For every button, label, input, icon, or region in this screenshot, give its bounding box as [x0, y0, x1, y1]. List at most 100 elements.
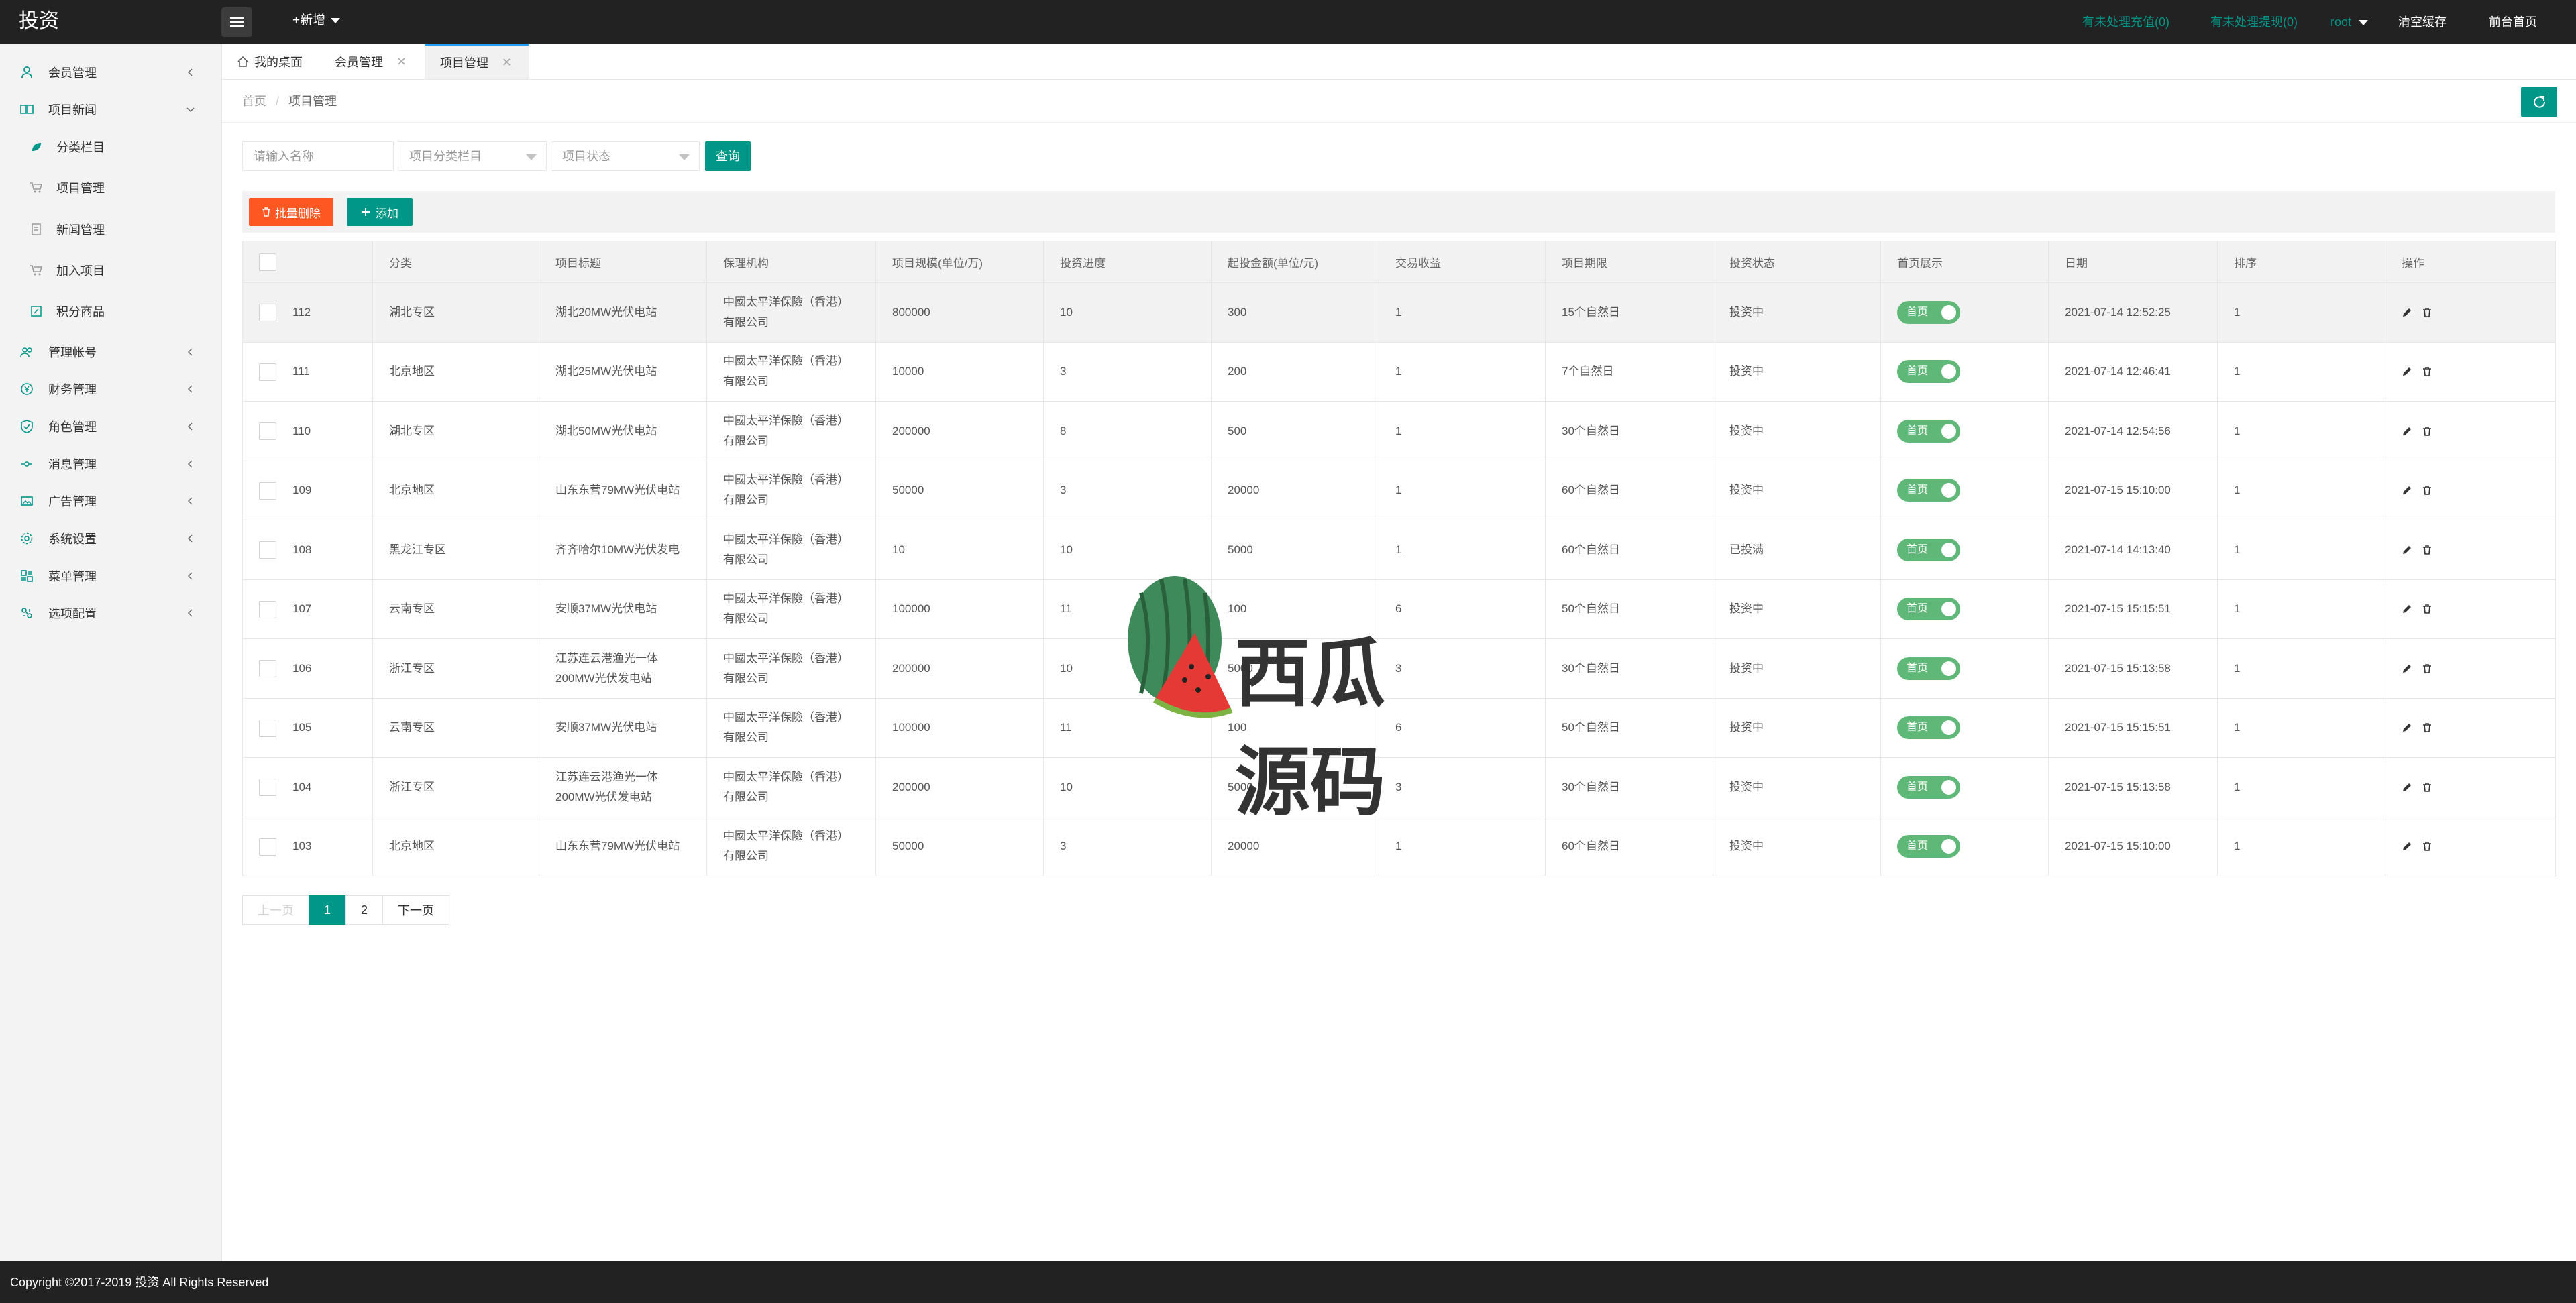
home-icon [237, 56, 248, 67]
home-display-toggle[interactable]: 首页 [1897, 419, 1960, 443]
edit-icon[interactable] [2402, 604, 2412, 614]
status-select[interactable]: 项目状态 [551, 141, 700, 171]
close-icon[interactable]: ✕ [396, 55, 407, 69]
add-button[interactable]: 添加 [347, 198, 413, 226]
home-display-toggle[interactable]: 首页 [1897, 300, 1960, 324]
row-checkbox[interactable] [259, 304, 276, 322]
home-display-toggle[interactable]: 首页 [1897, 716, 1960, 740]
edit-icon[interactable] [2402, 722, 2412, 733]
row-checkbox[interactable] [259, 779, 276, 797]
refresh-button[interactable] [2521, 87, 2557, 117]
new-dropdown[interactable]: +新增 [292, 11, 341, 31]
select-all-header[interactable] [242, 241, 373, 283]
home-display-toggle[interactable]: 首页 [1897, 775, 1960, 799]
next-page-button[interactable]: 下一页 [382, 895, 450, 925]
sidebar-item-ads[interactable]: 广告管理 [0, 483, 221, 519]
edit-icon[interactable] [2402, 545, 2412, 555]
trash-icon[interactable] [2422, 663, 2432, 674]
sidebar-item-project-manage[interactable]: 项目管理 [0, 170, 221, 206]
trash-icon[interactable] [2422, 604, 2432, 614]
sidebar-item-join-project[interactable]: 加入项目 [0, 252, 221, 288]
edit-icon[interactable] [2402, 841, 2412, 852]
home-display-toggle[interactable]: 首页 [1897, 479, 1960, 502]
page-2-button[interactable]: 2 [345, 895, 384, 925]
edit-icon[interactable] [2402, 663, 2412, 674]
home-display-toggle[interactable]: 首页 [1897, 360, 1960, 384]
cell-agency: 中國太平洋保險（香港）有限公司 [706, 341, 876, 402]
sidebar-item-roles[interactable]: 角色管理 [0, 408, 221, 445]
cell-category: 北京地区 [372, 460, 539, 520]
clear-cache-link[interactable]: 清空缓存 [2398, 11, 2447, 34]
row-checkbox[interactable] [259, 363, 276, 381]
edit-icon[interactable] [2402, 782, 2412, 793]
sidebar-item-options-config[interactable]: 选项配置 [0, 595, 221, 631]
row-checkbox[interactable] [259, 719, 276, 737]
tab-project-manage[interactable]: 项目管理 ✕ [425, 44, 529, 79]
edit-icon[interactable] [2402, 366, 2412, 377]
row-checkbox[interactable] [259, 838, 276, 856]
row-checkbox[interactable] [259, 541, 276, 559]
trash-icon[interactable] [2422, 426, 2432, 437]
row-checkbox[interactable] [259, 600, 276, 618]
column-header: 投资进度 [1043, 241, 1212, 283]
sidebar-item-menu-manage[interactable]: 菜单管理 [0, 558, 221, 594]
home-display-toggle[interactable]: 首页 [1897, 598, 1960, 621]
query-button[interactable]: 查询 [705, 141, 751, 171]
trash-icon[interactable] [2422, 722, 2432, 733]
close-icon[interactable]: ✕ [502, 56, 512, 70]
front-home-link[interactable]: 前台首页 [2489, 11, 2537, 34]
tab-desktop[interactable]: 我的桌面 [222, 44, 317, 79]
menu-toggle-button[interactable] [221, 7, 252, 37]
cell-term: 60个自然日 [1545, 520, 1713, 580]
chevron-left-icon [187, 572, 193, 580]
trash-icon[interactable] [2422, 366, 2432, 377]
trash-icon[interactable] [2422, 782, 2432, 793]
trash-icon[interactable] [2422, 841, 2432, 852]
row-checkbox[interactable] [259, 481, 276, 500]
home-display-toggle[interactable]: 首页 [1897, 835, 1960, 858]
sidebar-item-categories[interactable]: 分类栏目 [0, 129, 221, 165]
row-checkbox[interactable] [259, 660, 276, 678]
sidebar-item-point-goods[interactable]: 积分商品 [0, 293, 221, 329]
prev-page-button[interactable]: 上一页 [242, 895, 309, 925]
row-id: 103 [292, 840, 312, 853]
page-1-button[interactable]: 1 [309, 895, 347, 925]
sidebar-item-admin-accounts[interactable]: 管理帐号 [0, 334, 221, 370]
sidebar-item-project-news[interactable]: 项目新闻 [0, 91, 221, 127]
batch-delete-label: 批量删除 [275, 207, 321, 220]
cell-term: 50个自然日 [1545, 697, 1713, 758]
edit-icon[interactable] [2402, 426, 2412, 437]
select-all-checkbox[interactable] [259, 253, 276, 271]
sidebar-item-finance[interactable]: 财务管理 [0, 371, 221, 407]
cell-date: 2021-07-14 12:54:56 [2048, 401, 2218, 461]
trash-icon[interactable] [2422, 307, 2432, 318]
breadcrumb-home[interactable]: 首页 [242, 95, 266, 108]
edit-icon[interactable] [2402, 485, 2412, 496]
home-display-toggle[interactable]: 首页 [1897, 538, 1960, 561]
category-select[interactable]: 项目分类栏目 [398, 141, 547, 171]
trash-icon[interactable] [2422, 545, 2432, 555]
name-search-input[interactable] [242, 141, 394, 171]
column-header: 首页展示 [1880, 241, 2049, 283]
column-header: 投资状态 [1713, 241, 1881, 283]
home-display-toggle[interactable]: 首页 [1897, 657, 1960, 680]
sidebar-item-members[interactable]: 会员管理 [0, 54, 221, 91]
row-select-cell: 104 [242, 757, 373, 817]
cell-sort: 1 [2217, 757, 2385, 817]
trash-icon[interactable] [2422, 485, 2432, 496]
toggle-knob [1941, 661, 1956, 676]
pending-withdraw-link[interactable]: 有未处理提现(0) [2210, 11, 2298, 34]
cell-scale: 10 [875, 520, 1044, 580]
tab-members[interactable]: 会员管理 ✕ [320, 44, 421, 79]
cell-home-display: 首页 [1880, 638, 2049, 699]
batch-delete-button[interactable]: 批量删除 [249, 198, 333, 226]
pending-recharge-link[interactable]: 有未处理充值(0) [2082, 11, 2169, 34]
cell-home-display: 首页 [1880, 579, 2049, 639]
edit-icon[interactable] [2402, 307, 2412, 318]
row-checkbox[interactable] [259, 422, 276, 441]
sidebar-item-news-manage[interactable]: 新闻管理 [0, 211, 221, 247]
user-menu[interactable]: root [2330, 11, 2368, 34]
sidebar-item-messages[interactable]: 消息管理 [0, 446, 221, 482]
sidebar-item-system-settings[interactable]: 系统设置 [0, 520, 221, 557]
breadcrumb-current: 项目管理 [288, 95, 337, 108]
